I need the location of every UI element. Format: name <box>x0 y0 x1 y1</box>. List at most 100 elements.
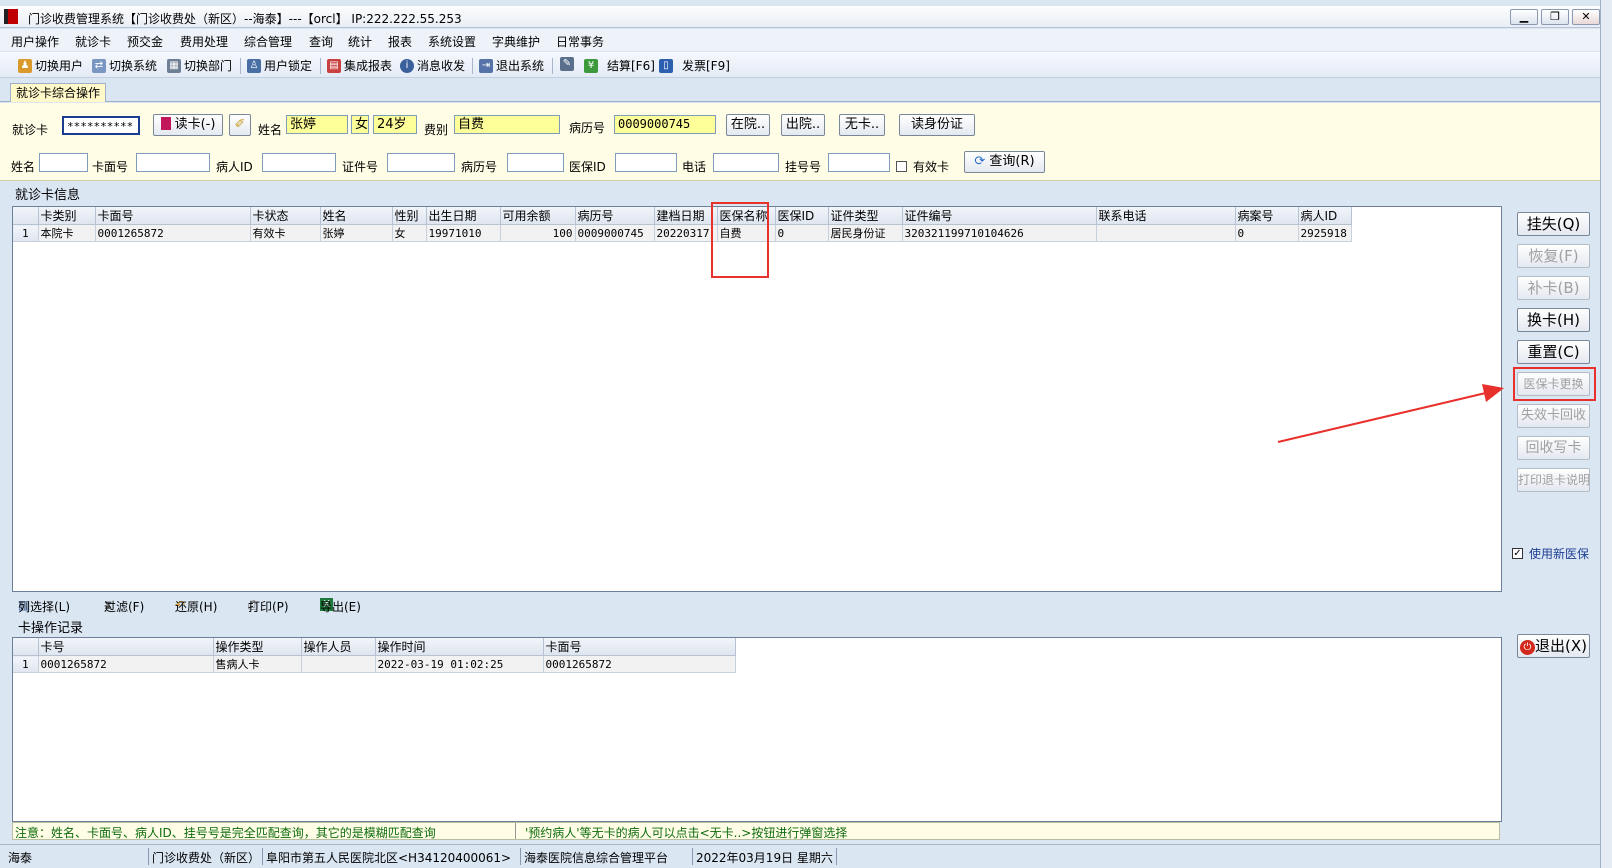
search-insurance-id-label: 医保ID <box>569 160 606 174</box>
menu-query[interactable]: 查询 <box>309 33 333 50</box>
table-row[interactable]: 1 本院卡 0001265872 有效卡 张婷 女 19971010 100 0… <box>13 224 1352 242</box>
edit-button[interactable]: ✎ <box>560 57 577 71</box>
checkbox-box[interactable] <box>896 161 907 172</box>
record-number-field[interactable]: 0009000745 <box>614 115 716 134</box>
fee-type-field[interactable]: 自费 <box>454 115 560 134</box>
recover-card-button[interactable]: 恢复(F) <box>1517 244 1590 268</box>
col-header[interactable]: 卡面号 <box>95 207 251 225</box>
print-refund-note-button[interactable]: 打印退卡说明 <box>1517 468 1590 492</box>
col-header[interactable]: 证件编号 <box>902 207 1097 225</box>
menu-stats[interactable]: 统计 <box>348 33 372 50</box>
search-name-input[interactable] <box>39 153 88 172</box>
search-card-no-input[interactable] <box>136 153 210 172</box>
col-header[interactable]: 建档日期 <box>654 207 718 225</box>
menu-fee[interactable]: 费用处理 <box>180 33 228 50</box>
brush-button[interactable]: ✐ <box>229 114 251 136</box>
status-dept: 门诊收费处（新区） <box>152 851 261 865</box>
menu-general[interactable]: 综合管理 <box>244 33 292 50</box>
print-label: 打印(P) <box>248 600 289 614</box>
lose-card-button[interactable]: 挂失(Q) <box>1517 212 1590 236</box>
switch-dept-button[interactable]: ▦ 切换部门 <box>167 57 232 74</box>
restore-label: 还原(H) <box>175 600 218 614</box>
menu-user-ops[interactable]: 用户操作 <box>11 33 59 50</box>
name-field[interactable]: 张婷 <box>286 115 348 134</box>
col-header[interactable]: 卡类别 <box>38 207 96 225</box>
reset-button[interactable]: 重置(C) <box>1517 340 1590 364</box>
card-form-panel: 就诊卡 ********** 读卡(-) ✐ 姓名 张婷 女 24岁 费别 自费… <box>0 103 1600 181</box>
col-header[interactable]: 操作人员 <box>301 638 376 656</box>
col-header[interactable]: 病历号 <box>575 207 655 225</box>
in-hospital-button[interactable]: 在院.. <box>726 114 770 136</box>
gender-field[interactable]: 女 <box>351 115 369 134</box>
col-header[interactable]: 病人ID <box>1298 207 1352 225</box>
search-reg-no-input[interactable] <box>828 153 890 172</box>
col-header[interactable]: 卡号 <box>38 638 214 656</box>
card-number-input[interactable]: ********** <box>62 116 140 135</box>
search-insurance-id-input[interactable] <box>615 153 677 172</box>
col-header[interactable]: 出生日期 <box>426 207 501 225</box>
invalid-card-recycle-button[interactable]: 失效卡回收 <box>1517 404 1590 428</box>
search-patient-id-input[interactable] <box>262 153 336 172</box>
col-header[interactable]: 病案号 <box>1235 207 1299 225</box>
col-header[interactable]: 卡状态 <box>250 207 321 225</box>
menu-reports[interactable]: 报表 <box>388 33 412 50</box>
table-cell: 本院卡 <box>38 224 96 242</box>
switch-system-button[interactable]: ⇄ 切换系统 <box>92 57 157 74</box>
book-icon: ▯ <box>659 58 673 73</box>
user-lock-icon: ♙ <box>247 58 261 73</box>
query-label: 查询(R) <box>989 154 1035 169</box>
refresh-icon: ⟳ <box>974 154 986 169</box>
col-header[interactable]: 医保ID <box>775 207 829 225</box>
col-header[interactable]: 联系电话 <box>1096 207 1236 225</box>
status-user: 海泰 <box>8 851 33 865</box>
menu-dictionary[interactable]: 字典维护 <box>492 33 540 50</box>
col-header[interactable]: 姓名 <box>320 207 393 225</box>
switch-user-button[interactable]: ♟ 切换用户 <box>18 57 83 74</box>
read-card-button[interactable]: 读卡(-) <box>153 114 223 136</box>
search-record-no-input[interactable] <box>507 153 564 172</box>
col-header[interactable]: 操作类型 <box>213 638 302 656</box>
exit-door-icon: ⇥ <box>479 58 493 73</box>
message-button[interactable]: i 消息收发 <box>400 57 465 74</box>
restore-button[interactable]: ❐ <box>1541 9 1569 25</box>
reissue-card-button[interactable]: 补卡(B) <box>1517 276 1590 300</box>
menu-prepay[interactable]: 预交金 <box>127 33 163 50</box>
read-id-card-button[interactable]: 读身份证 <box>899 114 975 136</box>
lock-user-button[interactable]: ♙ 用户锁定 <box>247 57 312 74</box>
age-field[interactable]: 24岁 <box>373 115 417 134</box>
notice-bar: 注意：姓名、卡面号、病人ID、挂号号是完全匹配查询，其它的是模糊匹配查询 '预约… <box>12 822 1500 840</box>
recycle-write-card-button[interactable]: 回收写卡 <box>1517 436 1590 460</box>
exit-button[interactable]: ⏻ 退出(X) <box>1517 634 1590 658</box>
money-icon: ¥ <box>584 58 598 73</box>
menu-settings[interactable]: 系统设置 <box>428 33 476 50</box>
table-row[interactable]: 1 0001265872 售病人卡 2022-03-19 01:02:25 00… <box>13 655 736 673</box>
use-new-insurance-checkbox[interactable]: ✓ 使用新医保 <box>1512 545 1589 562</box>
menu-card[interactable]: 就诊卡 <box>75 33 111 50</box>
query-button[interactable]: ⟳ 查询(R) <box>964 151 1045 173</box>
replace-card-button[interactable]: 换卡(H) <box>1517 308 1590 332</box>
col-header[interactable]: 可用余额 <box>500 207 576 225</box>
minimize-button[interactable]: ▁ <box>1510 9 1538 25</box>
no-card-button[interactable]: 无卡.. <box>839 114 885 136</box>
table-cell: 0001265872 <box>543 655 736 673</box>
window-edge <box>1600 0 1612 868</box>
menu-daily[interactable]: 日常事务 <box>556 33 604 50</box>
report-button[interactable]: ▤ 集成报表 <box>327 57 392 74</box>
settle-button[interactable]: ¥ 结算[F6] <box>584 57 655 74</box>
valid-card-checkbox[interactable]: 有效卡 <box>896 158 949 175</box>
exit-system-button[interactable]: ⇥ 退出系统 <box>479 57 544 74</box>
col-header[interactable]: 操作时间 <box>375 638 544 656</box>
search-id-no-input[interactable] <box>387 153 455 172</box>
checkbox-checked[interactable]: ✓ <box>1512 548 1523 559</box>
close-button[interactable]: ✕ <box>1572 9 1600 25</box>
col-header[interactable]: 卡面号 <box>543 638 736 656</box>
invoice-button[interactable]: ▯ 发票[F9] <box>659 57 730 74</box>
col-header[interactable]: 证件类型 <box>828 207 903 225</box>
search-phone-input[interactable] <box>713 153 779 172</box>
discharged-button[interactable]: 出院.. <box>781 114 825 136</box>
table-cell: 20220317 <box>654 224 718 242</box>
col-header[interactable]: 性别 <box>392 207 427 225</box>
fee-type-label: 费别 <box>424 123 449 137</box>
card-ops-grid[interactable]: 卡号 操作类型 操作人员 操作时间 卡面号 1 0001265872 售病人卡 … <box>12 637 1502 822</box>
tab-card-ops[interactable]: 就诊卡综合操作 <box>10 83 106 102</box>
